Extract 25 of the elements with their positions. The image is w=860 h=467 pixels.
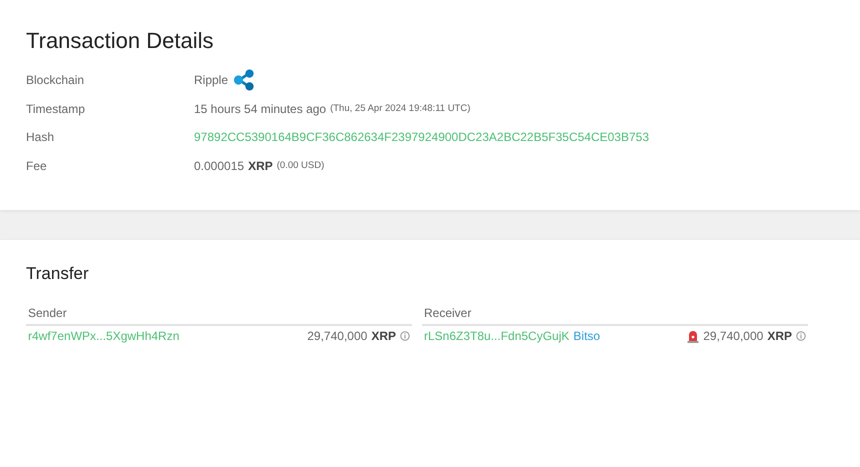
info-icon[interactable] — [796, 331, 806, 341]
field-label: Timestamp — [26, 102, 86, 116]
ripple-logo-icon — [233, 69, 256, 92]
section-title: Transfer — [26, 264, 90, 284]
exchange-link[interactable]: Bitso — [573, 329, 600, 343]
field-value: 0.000015 — [194, 158, 244, 173]
field-label: Fee — [26, 158, 48, 173]
info-icon[interactable] — [400, 331, 410, 341]
currency-unit: XRP — [767, 329, 792, 343]
hash-link[interactable]: 97892CC5390164B9CF36C862634F2397924900DC23A2BC22B5F35C54CE03B753 — [194, 130, 650, 144]
currency-unit: XRP — [248, 158, 273, 173]
column-header: Sender — [26, 302, 412, 326]
section-title: Transaction Details — [26, 28, 214, 54]
field-value: Ripple — [194, 73, 228, 88]
amount-value: 29,740,000 — [307, 329, 368, 343]
address-link[interactable]: r4wf7enWPx...5XgwHh4Rzn — [28, 329, 180, 343]
field-note: (Thu, 25 Apr 2024 19:48:11 UTC) — [330, 103, 470, 114]
field-label: Blockchain — [26, 73, 86, 88]
field-label: Hash — [26, 130, 56, 144]
currency-unit: XRP — [371, 329, 396, 343]
field-note: (0.00 USD) — [276, 160, 324, 172]
amount-value: 29,740,000 — [703, 329, 764, 343]
address-link[interactable]: rLSn6Z3T8u...Fdn5CyGujK — [424, 329, 570, 343]
column-header: Receiver — [422, 302, 808, 326]
field-value: 15 hours 54 minutes ago — [194, 102, 326, 116]
